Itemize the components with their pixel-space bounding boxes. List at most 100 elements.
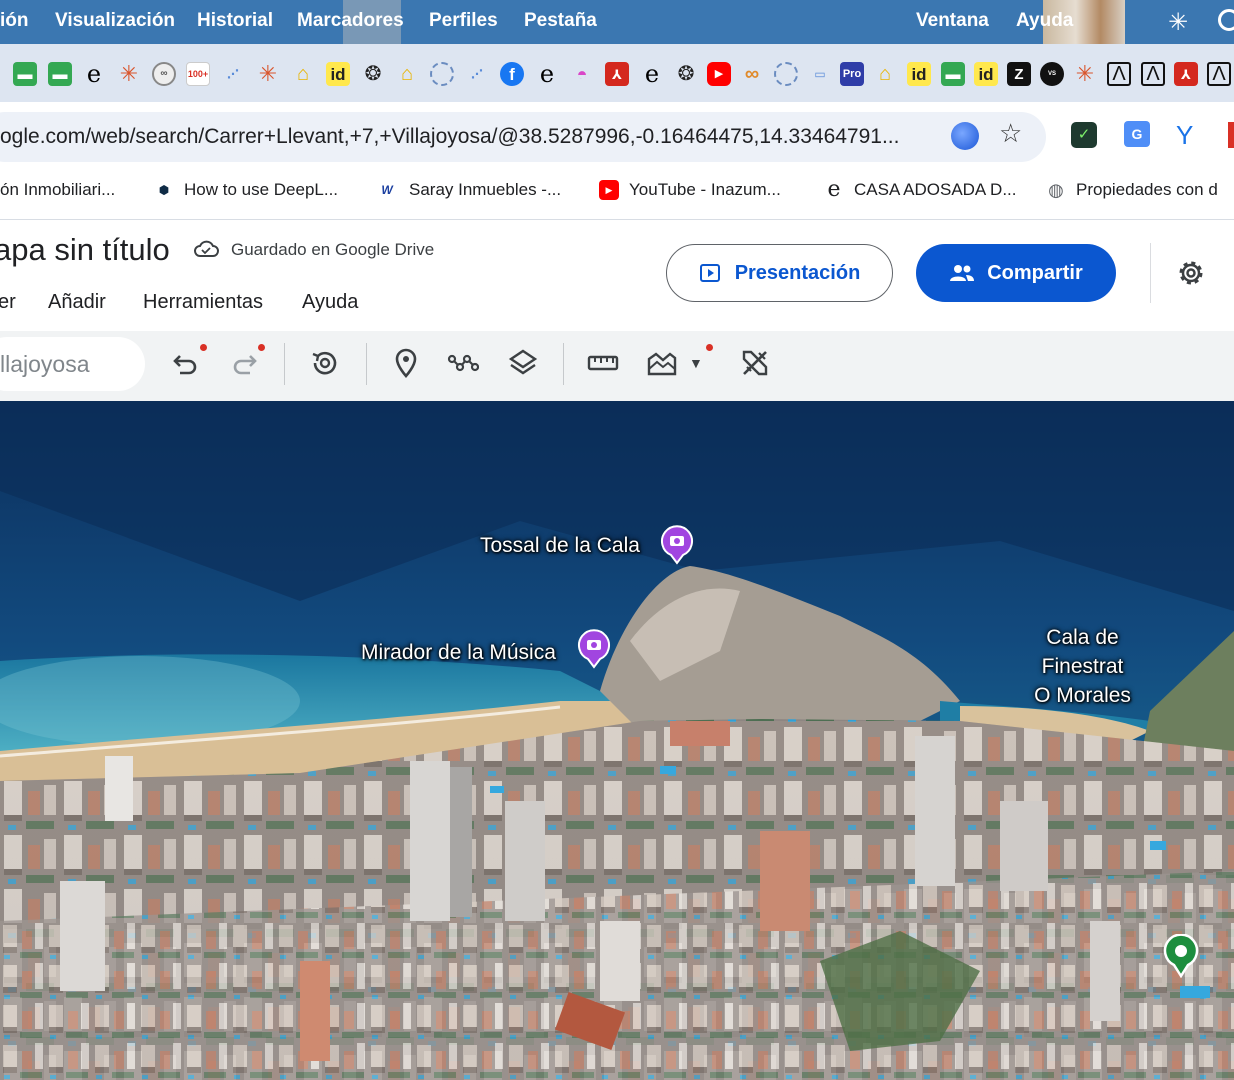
e-icon[interactable]: e	[82, 62, 106, 86]
pro-icon[interactable]: Pro	[840, 62, 864, 86]
infinity-icon[interactable]: ∞	[740, 62, 764, 86]
menu-perfiles[interactable]: Perfiles	[429, 10, 498, 32]
house-icon[interactable]: ⌂	[291, 62, 315, 86]
place-label-tossal[interactable]: Tossal de la Cala	[480, 531, 640, 560]
save-status: Guardado en Google Drive	[231, 240, 435, 259]
search-input[interactable]: llajoyosa	[0, 337, 145, 391]
facebook-icon[interactable]: f	[500, 62, 524, 86]
bookmark-item[interactable]: e CASA ADOSADA D...	[824, 179, 1017, 201]
gear-icon[interactable]	[1175, 257, 1207, 289]
place-label-mirador[interactable]: Mirador de la Música	[361, 638, 556, 667]
house-icon[interactable]: ⌂	[873, 62, 897, 86]
basemap-icon[interactable]	[646, 347, 678, 379]
green-tab-icon[interactable]: ▬	[13, 62, 37, 86]
vs-icon[interactable]: VS	[1040, 62, 1064, 86]
history-icon[interactable]	[309, 347, 341, 379]
tab-icon[interactable]: ⋰	[221, 62, 245, 86]
bookmark-item[interactable]: ▶ YouTube - Inazum...	[599, 180, 781, 200]
menu-ayuda[interactable]: Ayuda	[1016, 10, 1073, 32]
menu-ventana[interactable]: Ventana	[916, 10, 989, 32]
omnibox[interactable]: ogle.com/web/search/Carrer+Llevant,+7,+V…	[0, 112, 1046, 162]
a-icon[interactable]: Λ	[1207, 62, 1231, 86]
menu-anadir[interactable]: Añadir	[48, 291, 106, 314]
tab-icon[interactable]: ▭	[808, 62, 832, 86]
pdf-icon[interactable]: ⅄	[605, 62, 629, 86]
pdf-icon[interactable]: ⅄	[1174, 62, 1198, 86]
openai-icon[interactable]: ❂	[361, 62, 385, 86]
bookmark-label: CASA ADOSADA D...	[854, 180, 1017, 199]
google-translate-icon[interactable]: G	[1124, 121, 1150, 147]
bookmark-label: Propiedades con d	[1076, 180, 1218, 199]
sparkle-status-icon[interactable]: ✳	[1168, 8, 1188, 37]
search-value: llajoyosa	[0, 351, 90, 377]
map-title[interactable]: apa sin título	[0, 232, 170, 268]
camera-pin-icon[interactable]	[577, 629, 611, 669]
menu-pestana[interactable]: Pestaña	[524, 10, 597, 32]
asterisk-icon[interactable]: ✳	[256, 62, 280, 86]
draw-line-icon[interactable]	[447, 347, 479, 379]
presentation-label: Presentación	[734, 261, 861, 284]
asterisk-icon[interactable]: ✳	[117, 62, 141, 86]
house-icon[interactable]: ⌂	[395, 62, 419, 86]
ruler-icon[interactable]	[587, 347, 619, 379]
extension-red-icon[interactable]	[1228, 122, 1234, 148]
share-button[interactable]: Compartir	[916, 244, 1116, 302]
bookmark-item[interactable]: ⬢ How to use DeepL...	[154, 180, 338, 200]
e-icon[interactable]: e	[640, 62, 664, 86]
location-pin-icon[interactable]	[1163, 934, 1199, 978]
google-lens-icon[interactable]	[951, 122, 979, 150]
e-icon[interactable]: e	[535, 62, 559, 86]
browser-tab-strip: ▬ ▬ e ✳ ∞ 100+ ⋰ ✳ ⌂ id ❂ ⌂ ⋰ f e ◓ ⅄ e …	[0, 44, 1234, 102]
infinity-ring-icon[interactable]: ∞	[152, 62, 176, 86]
id-icon[interactable]: id	[907, 62, 931, 86]
bookmark-item[interactable]: ◍ Propiedades con d	[1046, 180, 1218, 200]
a-icon[interactable]: Λ	[1107, 62, 1131, 86]
extension-y-icon[interactable]: Y	[1176, 120, 1193, 151]
id-icon[interactable]: id	[974, 62, 998, 86]
spinner-icon[interactable]	[774, 62, 798, 86]
menu-ver[interactable]: er	[0, 291, 16, 314]
place-label-cala[interactable]: Cala de Finestrat O Morales	[1030, 623, 1135, 710]
pink-icon[interactable]: ◓	[570, 62, 594, 86]
spinner-icon[interactable]	[430, 62, 454, 86]
add-marker-icon[interactable]	[390, 347, 422, 379]
green-tab-icon[interactable]: ▬	[941, 62, 965, 86]
z-icon[interactable]: Z	[1007, 62, 1031, 86]
camera-pin-icon[interactable]	[660, 525, 694, 565]
undo-icon[interactable]	[170, 347, 202, 379]
youtube-icon: ▶	[599, 180, 619, 200]
redo-icon[interactable]	[228, 347, 260, 379]
tab-icon[interactable]: ⋰	[465, 62, 489, 86]
a-icon[interactable]: Λ	[1141, 62, 1165, 86]
asterisk-icon[interactable]: ✳	[1073, 62, 1097, 86]
menu-edicion[interactable]: ión	[0, 10, 29, 32]
mymaps-header: apa sin título Guardado en Google Drive …	[0, 221, 1234, 331]
extension-check-icon[interactable]: ✓	[1071, 122, 1097, 148]
presentation-button[interactable]: Presentación	[666, 244, 893, 302]
green-tab-icon[interactable]: ▬	[48, 62, 72, 86]
deepl-icon: ⬢	[158, 183, 170, 197]
menu-visualizacion[interactable]: Visualización	[55, 10, 175, 32]
menu-marcadores[interactable]: Marcadores	[297, 10, 404, 32]
layers-icon[interactable]	[507, 347, 539, 379]
openai-icon[interactable]: ❂	[674, 62, 698, 86]
url-text[interactable]: ogle.com/web/search/Carrer+Llevant,+7,+V…	[0, 125, 899, 149]
map-toolbar: llajoyosa ▼	[0, 331, 1234, 401]
menu-historial[interactable]: Historial	[197, 10, 273, 32]
youtube-icon[interactable]: ▶	[707, 62, 731, 86]
menu-ayuda[interactable]: Ayuda	[302, 291, 358, 314]
bookmark-star-icon[interactable]: ☆	[999, 118, 1022, 149]
design-tools-icon[interactable]	[739, 347, 771, 379]
bookmark-label: How to use DeepL...	[184, 180, 339, 199]
status-ring-icon[interactable]	[1218, 9, 1234, 31]
toolbar-divider	[563, 343, 564, 385]
header-divider	[1150, 243, 1151, 303]
chevron-down-icon[interactable]: ▼	[689, 355, 703, 371]
satellite-map[interactable]: Tossal de la Cala Mirador de la Música C…	[0, 401, 1234, 1080]
bookmark-item[interactable]: ón Inmobiliari...	[0, 180, 115, 200]
people-icon	[950, 265, 975, 281]
bookmark-item[interactable]: W Saray Inmuebles -...	[375, 180, 561, 200]
menu-herramientas[interactable]: Herramientas	[143, 291, 263, 314]
id-icon[interactable]: id	[326, 62, 350, 86]
gmail-100-icon[interactable]: 100+	[186, 62, 210, 86]
